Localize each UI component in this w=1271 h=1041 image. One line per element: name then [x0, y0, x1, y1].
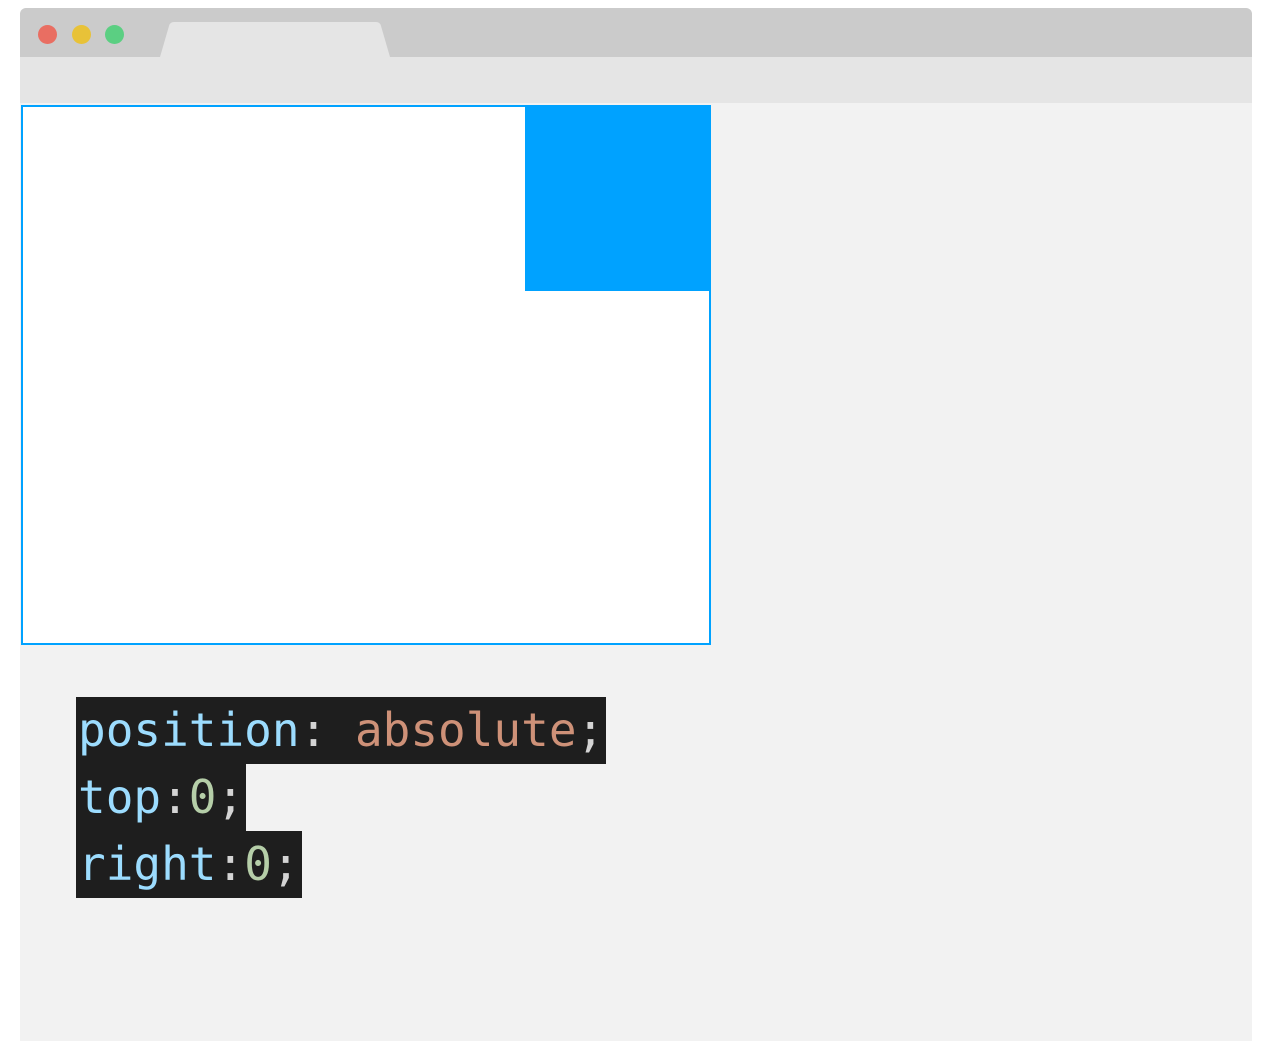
code-value: 0 [244, 837, 272, 891]
code-line: top:0; [76, 764, 247, 831]
browser-tab[interactable] [160, 22, 390, 57]
code-property: right [78, 837, 217, 891]
code-colon: : [161, 770, 189, 824]
code-colon: : [299, 703, 355, 757]
code-property: top [78, 770, 162, 824]
code-colon: : [216, 837, 245, 891]
relative-container [21, 105, 711, 645]
code-value: absolute [354, 703, 577, 757]
browser-window: position: absolute; top:0; right:0; [20, 8, 1252, 1041]
browser-toolbar [20, 57, 1252, 103]
absolute-box [525, 107, 709, 291]
code-semicolon: ; [216, 770, 245, 824]
code-semicolon: ; [271, 837, 300, 891]
page-viewport: position: absolute; top:0; right:0; [20, 103, 1252, 1041]
code-semicolon: ; [576, 703, 605, 757]
code-line: right:0; [76, 831, 302, 898]
minimize-window-button[interactable] [72, 25, 91, 44]
code-value: 0 [188, 770, 217, 824]
tab-shape [160, 22, 390, 57]
close-window-button[interactable] [38, 25, 57, 44]
zoom-window-button[interactable] [105, 25, 124, 44]
title-bar [20, 8, 1252, 57]
code-line: position: absolute; [76, 697, 607, 764]
code-property: position [78, 703, 300, 757]
css-code-snippet: position: absolute; top:0; right:0; [76, 697, 607, 898]
